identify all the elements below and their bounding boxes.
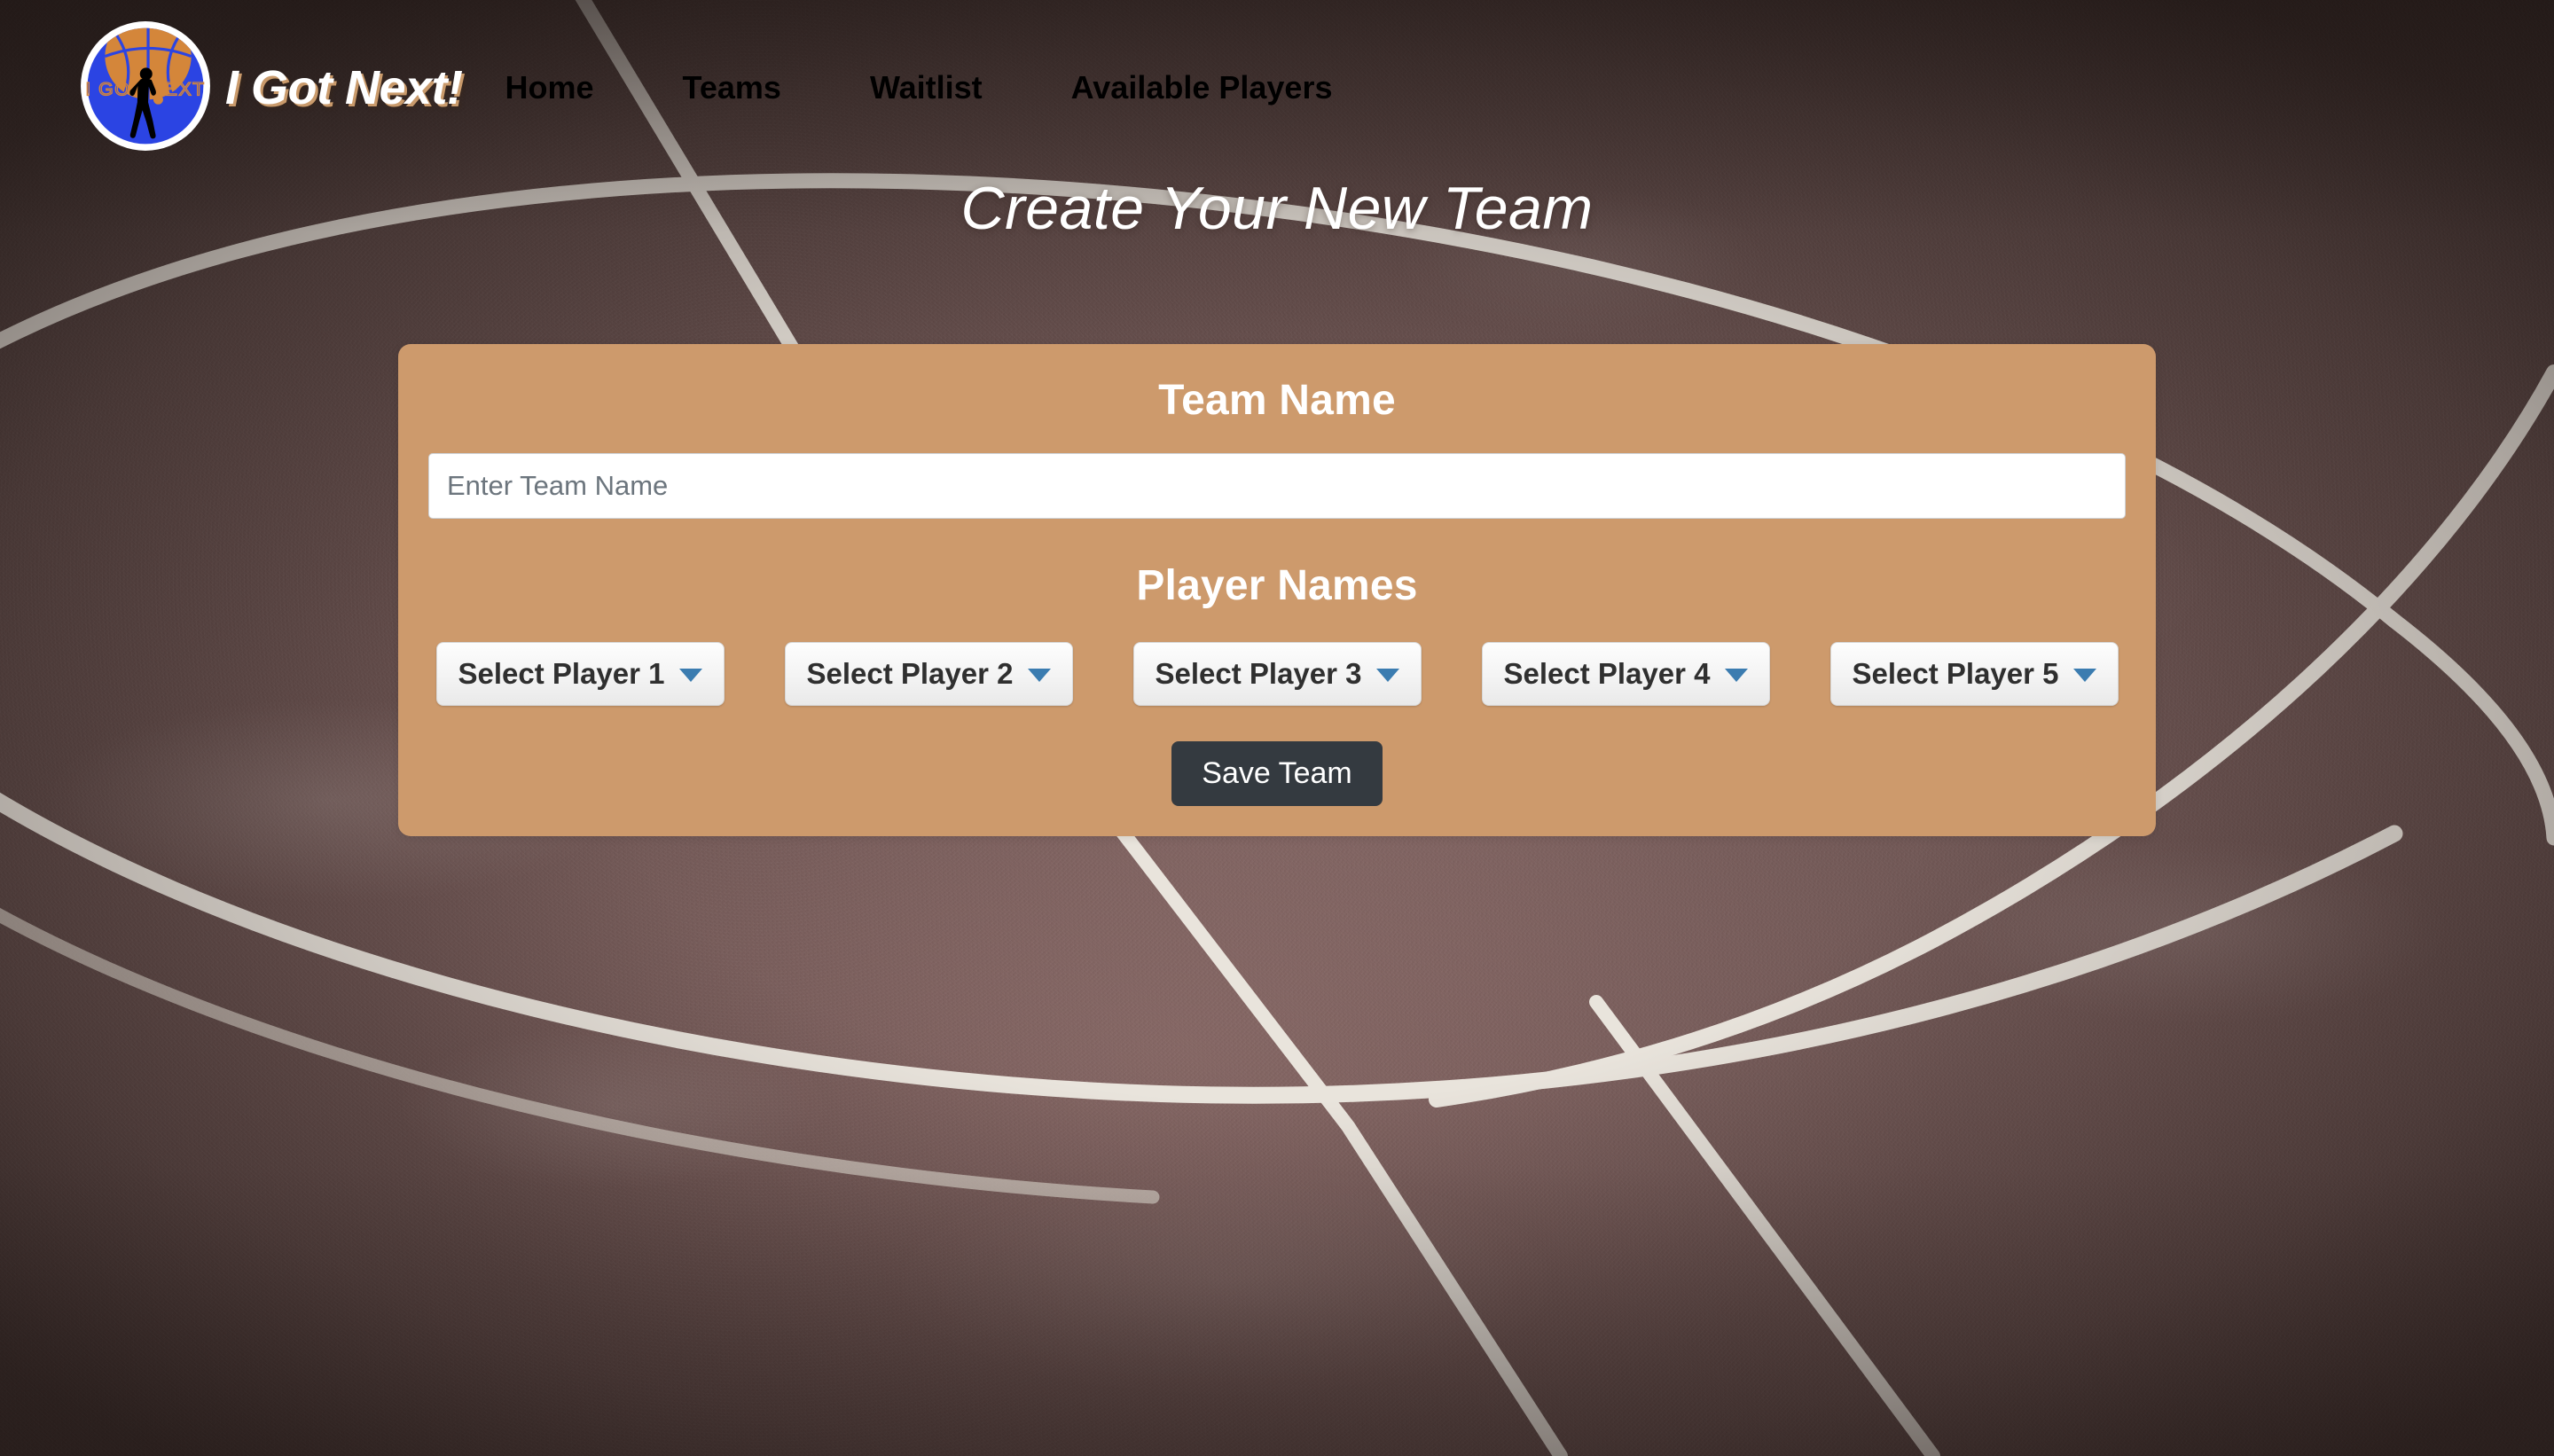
chevron-down-icon bbox=[1375, 669, 1399, 682]
create-team-card: Team Name Player Names Select Player 1 S… bbox=[398, 344, 2156, 836]
brand[interactable]: I GOT NEXT I Got Next! bbox=[78, 19, 463, 153]
nav-link-home[interactable]: Home bbox=[505, 60, 594, 115]
brand-title: I Got Next! bbox=[225, 61, 463, 114]
player-names-heading: Player Names bbox=[1136, 562, 1418, 609]
select-player-3-label: Select Player 3 bbox=[1155, 657, 1362, 690]
nav-link-teams[interactable]: Teams bbox=[683, 60, 781, 115]
player-select-row: Select Player 1 Select Player 2 Select P… bbox=[428, 642, 2126, 706]
select-player-1-dropdown[interactable]: Select Player 1 bbox=[435, 642, 725, 706]
save-team-button[interactable]: Save Team bbox=[1171, 741, 1383, 806]
select-player-4-dropdown[interactable]: Select Player 4 bbox=[1481, 642, 1770, 706]
chevron-down-icon bbox=[678, 669, 702, 682]
select-player-3-dropdown[interactable]: Select Player 3 bbox=[1132, 642, 1422, 706]
select-player-5-dropdown[interactable]: Select Player 5 bbox=[1829, 642, 2119, 706]
nav-link-available-players[interactable]: Available Players bbox=[1071, 60, 1333, 115]
chevron-down-icon bbox=[2072, 669, 2096, 682]
select-player-2-dropdown[interactable]: Select Player 2 bbox=[784, 642, 1073, 706]
chevron-down-icon bbox=[1724, 669, 1748, 682]
navbar: I GOT NEXT I Got Next! Home Teams Waitli… bbox=[0, 0, 2554, 176]
basketball-logo-icon: I GOT NEXT bbox=[78, 19, 213, 153]
nav-links: Home Teams Waitlist Available Players bbox=[505, 60, 1333, 115]
select-player-5-label: Select Player 5 bbox=[1852, 657, 2059, 690]
team-name-heading: Team Name bbox=[1158, 377, 1396, 424]
save-team-row: Save Team bbox=[428, 741, 2126, 806]
team-name-input[interactable] bbox=[428, 453, 2126, 519]
select-player-4-label: Select Player 4 bbox=[1503, 657, 1711, 690]
page-title: Create Your New Team bbox=[960, 175, 1594, 242]
nav-link-waitlist[interactable]: Waitlist bbox=[870, 60, 983, 115]
select-player-1-label: Select Player 1 bbox=[458, 657, 665, 690]
chevron-down-icon bbox=[1027, 669, 1051, 682]
select-player-2-label: Select Player 2 bbox=[806, 657, 1014, 690]
